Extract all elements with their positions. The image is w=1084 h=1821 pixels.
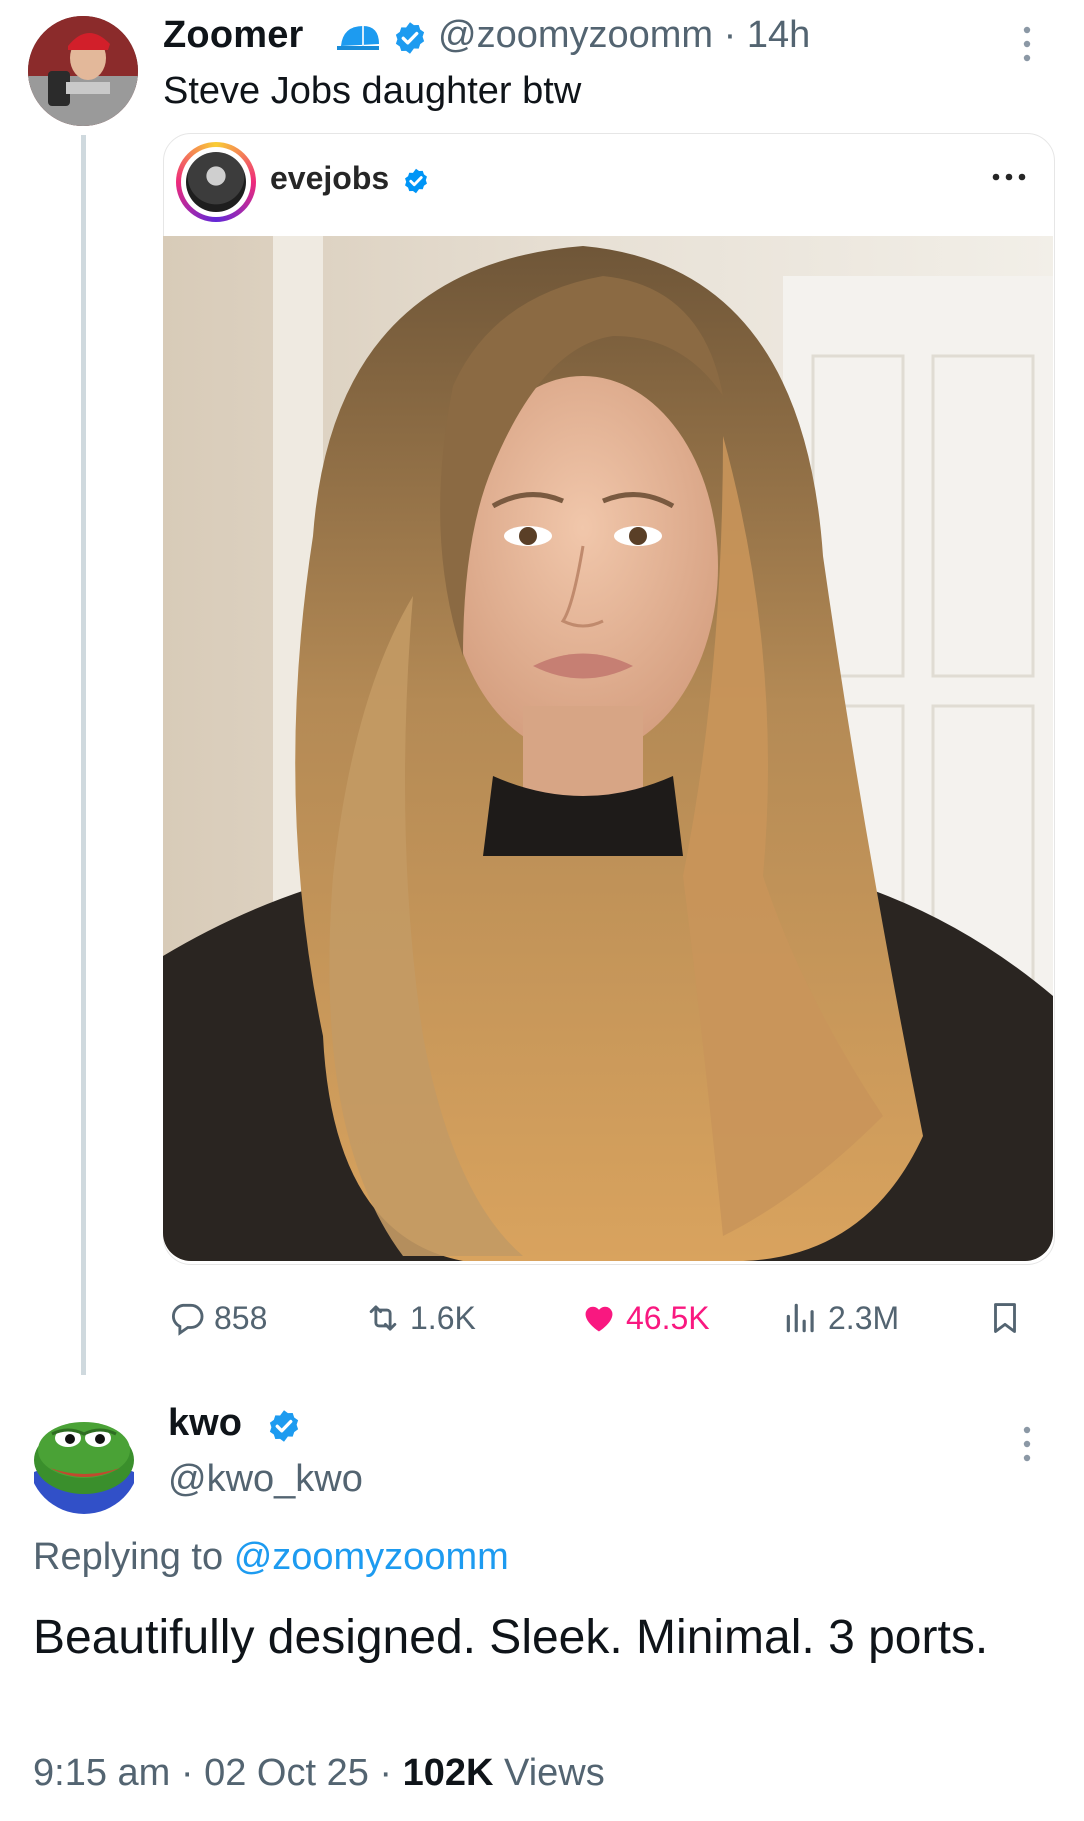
reply-icon — [172, 1303, 204, 1336]
bookmark-icon — [994, 1303, 1016, 1333]
post-date[interactable]: 02 Oct 25 — [204, 1752, 369, 1794]
views-label: Views — [504, 1752, 605, 1794]
embed-photo[interactable] — [163, 236, 1053, 1261]
author-avatar[interactable] — [28, 16, 138, 126]
replying-to-mention[interactable]: @zoomyzoomm — [234, 1536, 509, 1578]
reply-author-avatar[interactable] — [28, 1402, 140, 1514]
tweet-text: Steve Jobs daughter btw — [163, 70, 582, 112]
retweet-button[interactable]: 1.6K — [364, 1296, 476, 1340]
author-handle[interactable]: @zoomyzoomm — [438, 14, 713, 56]
embed-account-name[interactable]: evejobs — [270, 160, 389, 197]
like-button[interactable]: 46.5K — [580, 1296, 710, 1340]
views-count: 2.3M — [828, 1299, 900, 1336]
thread-line — [81, 135, 86, 1375]
views-button[interactable]: 2.3M — [782, 1296, 899, 1340]
time-ago[interactable]: 14h — [747, 14, 810, 56]
reply-author-name[interactable]: kwo — [168, 1402, 242, 1445]
separator-dot: · — [713, 14, 747, 56]
author-handle-time[interactable]: @zoomyzoomm · 14h — [438, 14, 810, 57]
separator-dot: · — [170, 1752, 205, 1794]
like-icon — [585, 1306, 613, 1332]
views-count: 102K — [402, 1752, 494, 1794]
separator-dot: · — [368, 1752, 403, 1794]
bookmark-button[interactable] — [986, 1296, 1024, 1340]
post-time[interactable]: 9:15 am — [33, 1752, 170, 1794]
reply-count: 858 — [214, 1299, 268, 1336]
embed-more-icon[interactable] — [990, 170, 1028, 182]
reply-button[interactable]: 858 — [168, 1296, 267, 1340]
like-count: 46.5K — [626, 1299, 710, 1336]
verified-icon — [266, 1408, 302, 1444]
cap-icon — [335, 22, 385, 56]
embed-verified-icon — [402, 167, 430, 195]
more-icon[interactable] — [1020, 1424, 1034, 1464]
author-name[interactable]: Zoomer — [163, 14, 304, 57]
more-icon[interactable] — [1020, 24, 1034, 64]
reply-text: Beautifully designed. Sleek. Minimal. 3 … — [33, 1611, 989, 1664]
replying-prefix: Replying to — [33, 1536, 224, 1578]
reply-author-handle[interactable]: @kwo_kwo — [168, 1458, 363, 1501]
embed-avatar[interactable] — [186, 152, 246, 212]
replying-to: Replying to @zoomyzoomm — [33, 1536, 509, 1579]
post-meta: 9:15 am · 02 Oct 25 · 102K Views — [33, 1752, 605, 1795]
views-icon — [786, 1303, 814, 1333]
retweet-count: 1.6K — [410, 1299, 476, 1336]
verified-icon — [392, 20, 428, 56]
retweet-icon — [369, 1305, 397, 1331]
